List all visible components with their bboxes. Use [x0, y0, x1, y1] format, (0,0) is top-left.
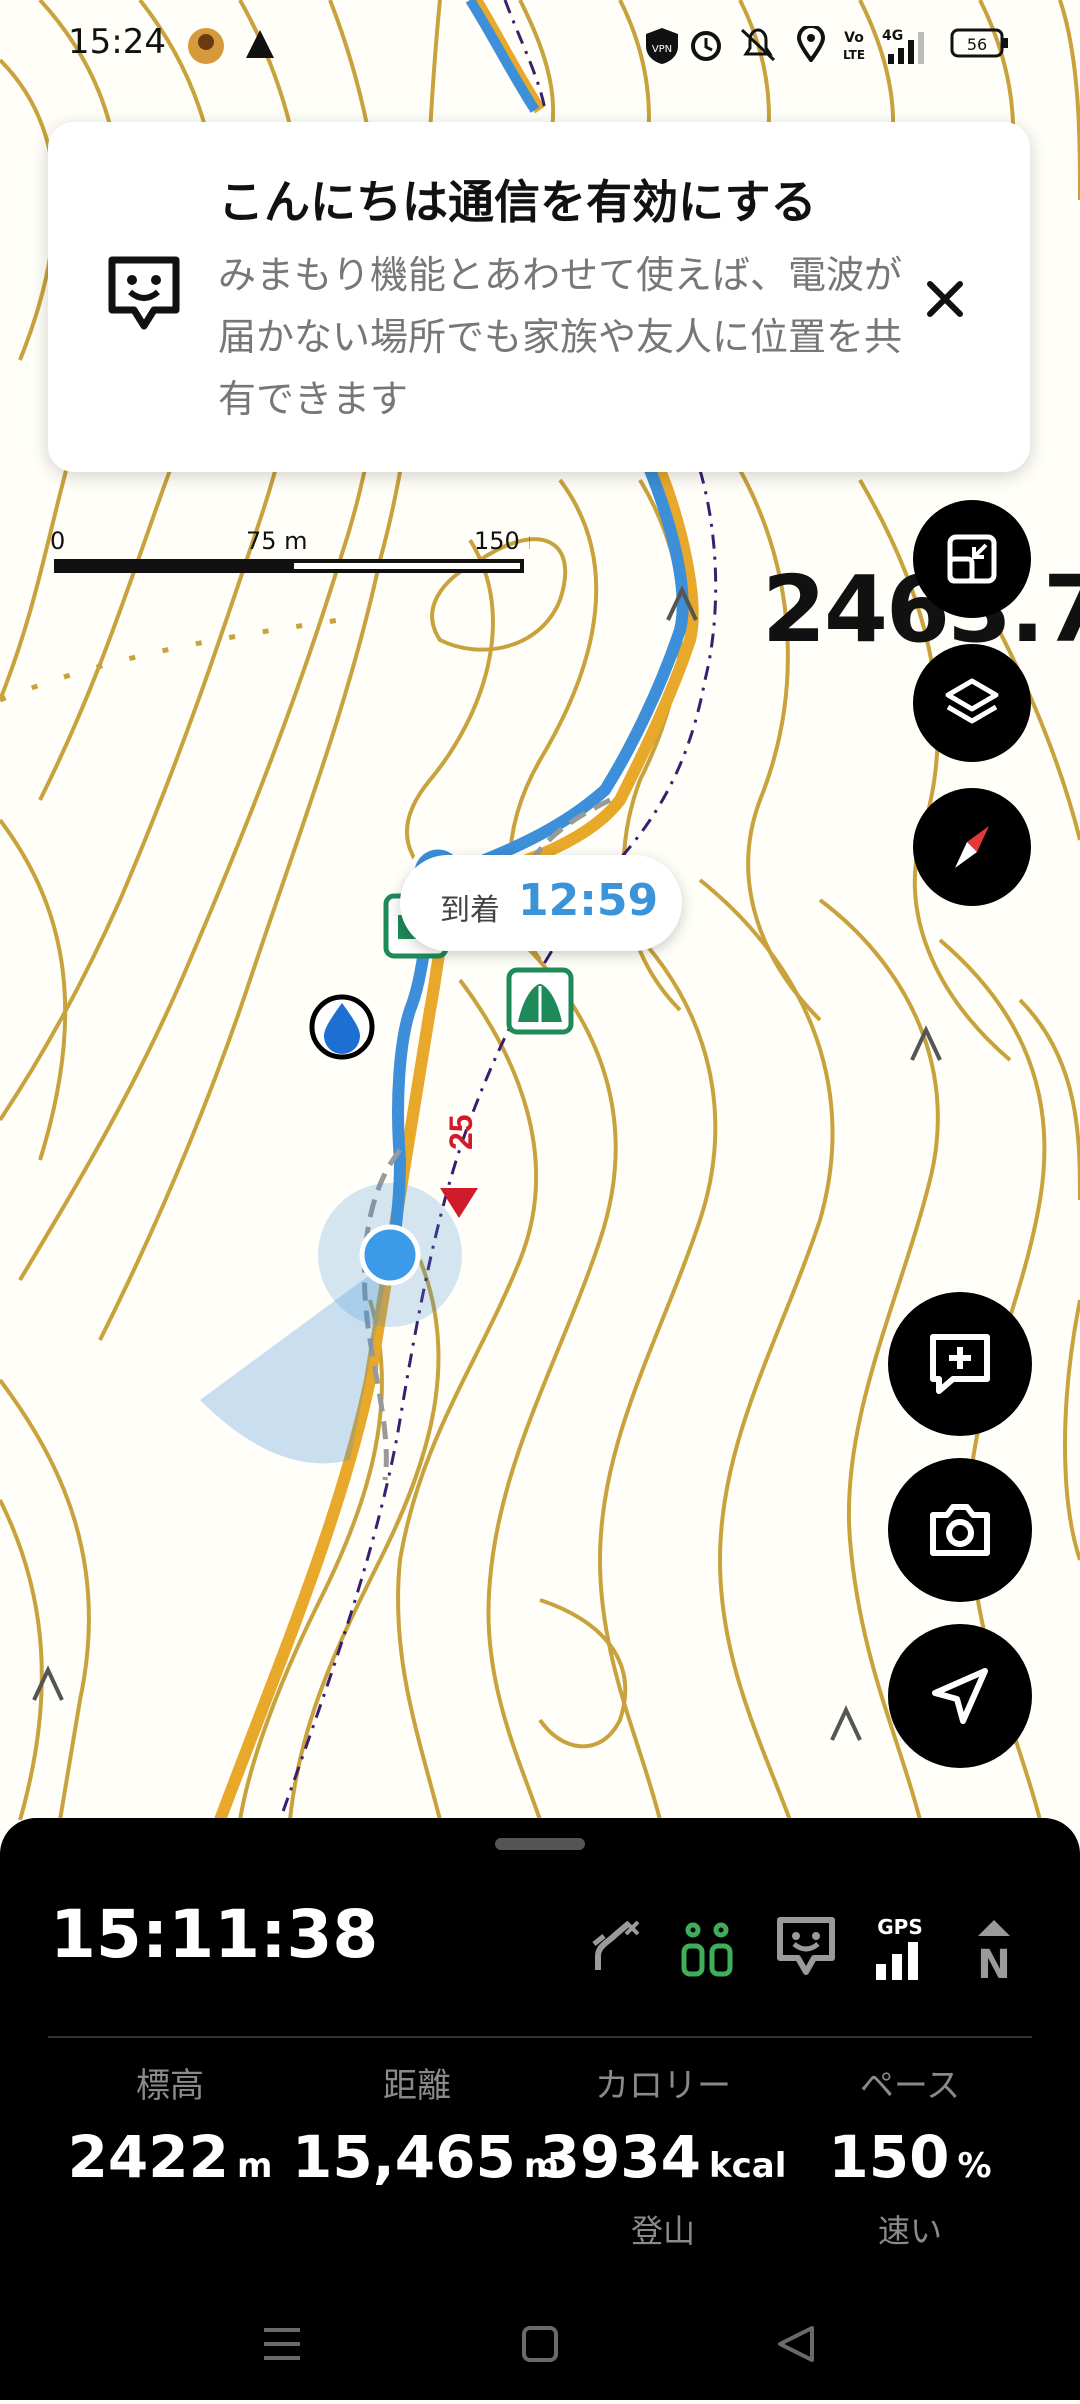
system-nav-bar [0, 2290, 1080, 2400]
stat-value: 2422 [67, 2123, 229, 2191]
stat-altitude: 標高 2422 m [45, 2058, 295, 2209]
status-bar: 15:24 VPN Vo LTE 4G 56 [0, 0, 1080, 96]
map-scale: 0 75 m 150 m [50, 525, 551, 575]
layers-icon [945, 678, 999, 724]
scale-label-75: 75 m [246, 527, 308, 555]
chat-face-icon[interactable] [776, 1916, 836, 1982]
stats-panel[interactable]: 15:11:38 GPS N 標高 2422 m 距離 15,465 m カロリー … [0, 1818, 1080, 2400]
status-time: 15:24 [68, 22, 166, 62]
water-icon [309, 994, 375, 1060]
stat-unit: % [957, 2146, 992, 2186]
route-off-icon[interactable] [584, 1916, 644, 1980]
tent-notify-icon [242, 26, 278, 66]
add-note-button[interactable] [888, 1292, 1032, 1436]
vpn-icon: VPN [644, 26, 680, 70]
stat-label: 標高 [136, 2066, 204, 2106]
stat-value: 3934 [539, 2123, 702, 2191]
stat-label: 距離 [383, 2066, 451, 2106]
stat-sub: 速い [877, 2212, 942, 2250]
close-icon [927, 281, 963, 317]
navigate-button[interactable] [888, 1624, 1032, 1768]
avatar-icon [186, 26, 226, 70]
svg-text:VPN: VPN [652, 44, 672, 55]
close-button[interactable] [908, 262, 982, 336]
stat-label: ペース [859, 2066, 961, 2106]
campsite-icon [506, 967, 574, 1035]
volte-icon: Vo LTE [838, 26, 870, 66]
mute-icon [738, 26, 778, 66]
stat-sub: 登山 [630, 2212, 695, 2250]
camera-icon [930, 1504, 990, 1556]
camera-button[interactable] [888, 1458, 1032, 1602]
stat-label: カロリー [595, 2066, 731, 2106]
banner-title: こんにちは通信を有効にする [218, 175, 817, 229]
notification-banner[interactable]: こんにちは通信を有効にする みまもり機能とあわせて使えば、電波が届かない場所でも… [48, 122, 1030, 472]
arrival-bubble[interactable]: 到着 12:59 [400, 855, 682, 951]
alarm-icon [688, 26, 724, 66]
stat-value: 15,465 [292, 2123, 516, 2191]
battery-icon: 56 [950, 26, 1010, 64]
panel-divider [48, 2036, 1032, 2038]
stat-calories: カロリー 3934 kcal 登山 [538, 2058, 788, 2253]
stat-unit: m [237, 2146, 273, 2186]
stat-pace: ペース 150% 速い [785, 2058, 1035, 2253]
north-up-icon[interactable]: N [966, 1916, 1022, 1988]
compass-icon [955, 826, 989, 868]
back-icon [778, 2326, 814, 2362]
svg-text:LTE: LTE [843, 48, 865, 62]
stat-distance: 距離 15,465 m [292, 2058, 559, 2209]
menu-icon [264, 2328, 300, 2360]
layers-button[interactable] [913, 644, 1031, 762]
elapsed-time: 15:11:38 [50, 1896, 379, 1973]
compass-button[interactable] [913, 788, 1031, 906]
scale-label-0: 0 [50, 527, 65, 555]
shrink-icon [947, 534, 997, 584]
home-icon [522, 2326, 558, 2362]
drag-handle[interactable] [495, 1838, 585, 1850]
banner-body: みまもり機能とあわせて使えば、電波が届かない場所でも家族や友人に位置を共有できま… [218, 253, 903, 421]
course-marker-label: 25 [443, 1114, 479, 1150]
signal-icon: 4G [880, 26, 932, 70]
svg-text:N: N [977, 1942, 1010, 1984]
navigate-icon [932, 1668, 988, 1724]
svg-text:56: 56 [967, 35, 987, 54]
shrink-button[interactable] [913, 500, 1031, 618]
stat-value: 150 [828, 2123, 950, 2191]
svg-text:GPS: GPS [877, 1916, 922, 1939]
arrival-time: 12:59 [518, 875, 659, 926]
svg-text:Vo: Vo [844, 30, 864, 46]
svg-text:4G: 4G [882, 28, 903, 44]
chat-face-icon [106, 254, 182, 338]
add-note-icon [930, 1334, 990, 1394]
gps-signal-icon[interactable]: GPS [870, 1915, 930, 1988]
scale-label-150: 150 m [474, 527, 530, 555]
location-icon [796, 24, 826, 66]
companions-icon[interactable] [678, 1916, 738, 1984]
arrival-label: 到着 [440, 893, 500, 928]
stat-unit: kcal [709, 2146, 787, 2186]
